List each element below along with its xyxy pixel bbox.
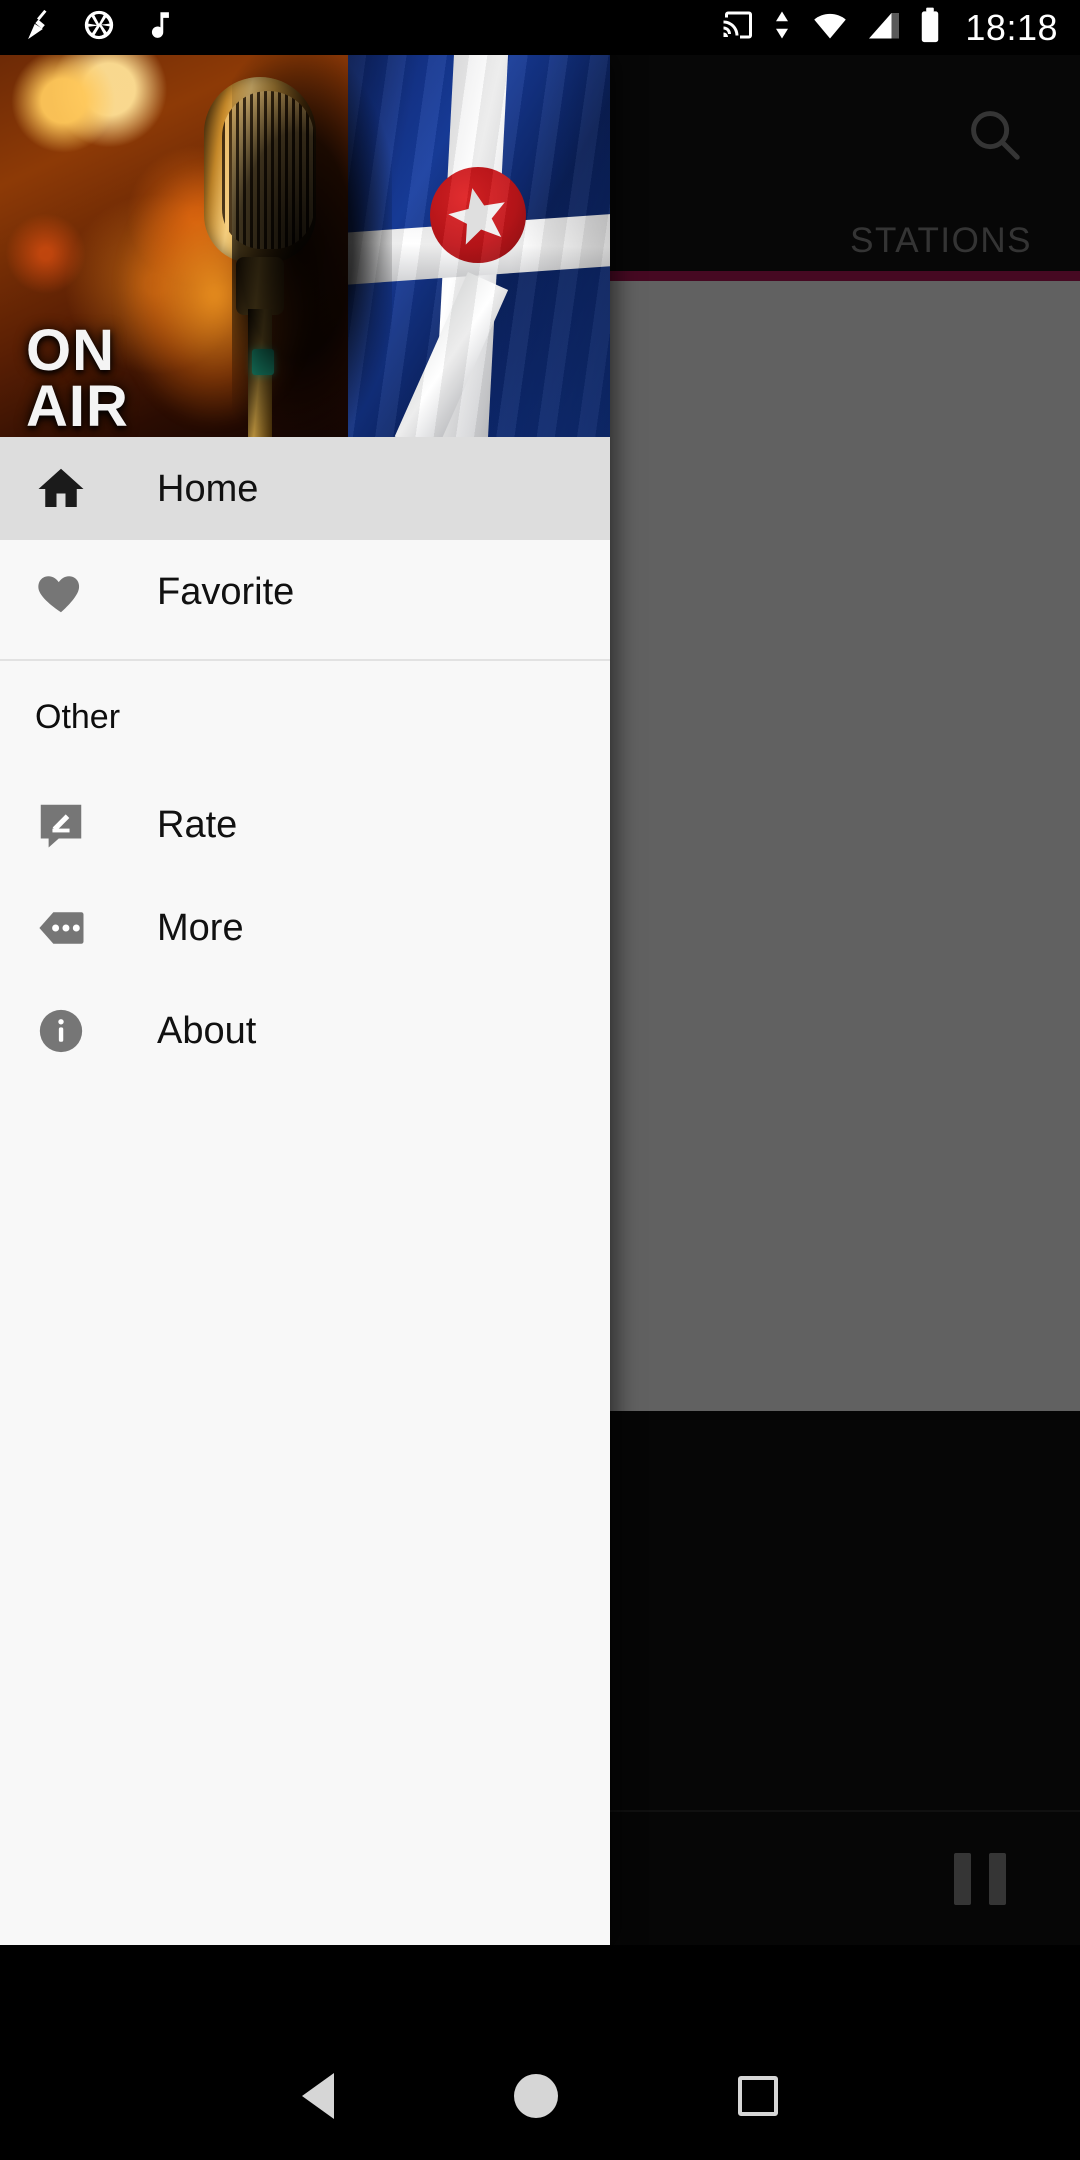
more-apps-icon <box>30 901 92 955</box>
on-air-text: ON AIR <box>26 318 129 437</box>
on-air-line-1: ON <box>26 318 115 383</box>
broom-icon <box>22 8 56 47</box>
drawer-header-image: ON AIR <box>0 55 610 437</box>
header-vignette <box>232 55 392 437</box>
info-icon <box>30 1004 92 1058</box>
drawer-item-rate-label: Rate <box>157 803 238 846</box>
drawer-item-about-label: About <box>157 1009 257 1052</box>
drawer-item-about[interactable]: About <box>0 979 610 1082</box>
camera-aperture-icon <box>82 8 116 47</box>
square-recents-icon[interactable] <box>738 2076 778 2116</box>
heart-icon <box>30 565 92 619</box>
rate-review-icon <box>30 798 92 852</box>
drawer-menu-list: Home Favorite Other Rate More About <box>0 437 610 1082</box>
drawer-item-home-label: Home <box>157 467 259 510</box>
music-note-icon <box>142 8 176 47</box>
status-bar: 18:18 <box>0 0 1080 55</box>
drawer-item-rate[interactable]: Rate <box>0 773 610 876</box>
cast-icon <box>719 7 755 48</box>
system-navigation-bar <box>0 2032 1080 2160</box>
status-bar-system-icons: 18:18 <box>719 6 1080 49</box>
status-bar-notification-icons <box>0 8 176 47</box>
wifi-icon <box>809 7 851 48</box>
circle-home-icon[interactable] <box>514 2074 558 2118</box>
cellular-signal-icon <box>865 7 903 48</box>
navigation-drawer: ON AIR Home Favorite Other Rate More Abo… <box>0 55 610 1945</box>
drawer-item-more-label: More <box>157 906 244 949</box>
drawer-item-more[interactable]: More <box>0 876 610 979</box>
drawer-item-home[interactable]: Home <box>0 437 610 540</box>
data-transfer-icon <box>769 7 795 48</box>
drawer-section-title-other: Other <box>35 697 121 736</box>
status-bar-clock: 18:18 <box>965 6 1058 48</box>
drawer-item-favorite[interactable]: Favorite <box>0 540 610 643</box>
home-icon <box>30 462 92 516</box>
on-air-line-2: AIR <box>26 374 129 437</box>
triangle-back-icon[interactable] <box>302 2073 334 2119</box>
drawer-item-favorite-label: Favorite <box>157 570 295 613</box>
flag-star-icon <box>430 167 526 263</box>
battery-icon <box>917 6 943 49</box>
